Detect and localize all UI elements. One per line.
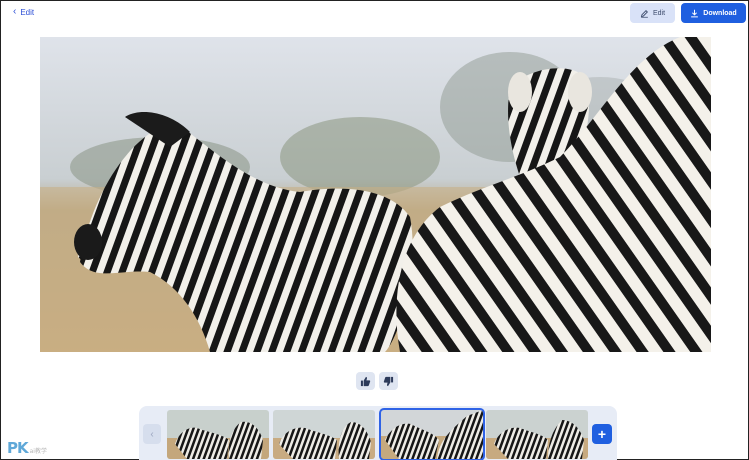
chevron-left-icon: ‹ xyxy=(150,428,154,440)
add-button[interactable]: + xyxy=(592,424,612,444)
feedback-buttons xyxy=(356,372,398,390)
download-button[interactable]: Download xyxy=(681,3,746,23)
previous-button[interactable]: ‹ xyxy=(143,424,161,444)
app-window: ‹ Edit Edit Download ‹ + PK ai教学 xyxy=(0,0,749,460)
plus-icon: + xyxy=(597,426,607,442)
watermark-logo-text: PK xyxy=(7,439,29,457)
thumbnail-2[interactable] xyxy=(273,410,375,459)
download-button-label: Download xyxy=(703,9,737,17)
thumbs-up-icon xyxy=(360,376,371,386)
download-icon xyxy=(691,9,699,17)
thumbnail-1[interactable] xyxy=(167,410,269,459)
thumbnail-4[interactable] xyxy=(486,410,588,459)
pencil-icon xyxy=(640,9,648,18)
like-button[interactable] xyxy=(356,372,375,390)
watermark-tagline: ai教学 xyxy=(29,448,47,455)
thumbnail-3-selected[interactable] xyxy=(379,408,485,460)
chevron-left-icon: ‹ xyxy=(13,6,17,17)
back-link-label: Edit xyxy=(20,7,35,17)
watermark-logo: PK ai教学 xyxy=(7,439,47,457)
thumbs-down-icon xyxy=(383,376,394,386)
edit-button[interactable]: Edit xyxy=(630,3,675,23)
main-generated-image xyxy=(40,37,711,352)
edit-button-label: Edit xyxy=(652,9,666,17)
dislike-button[interactable] xyxy=(379,372,398,390)
back-to-edit-link[interactable]: ‹ Edit xyxy=(13,7,34,17)
